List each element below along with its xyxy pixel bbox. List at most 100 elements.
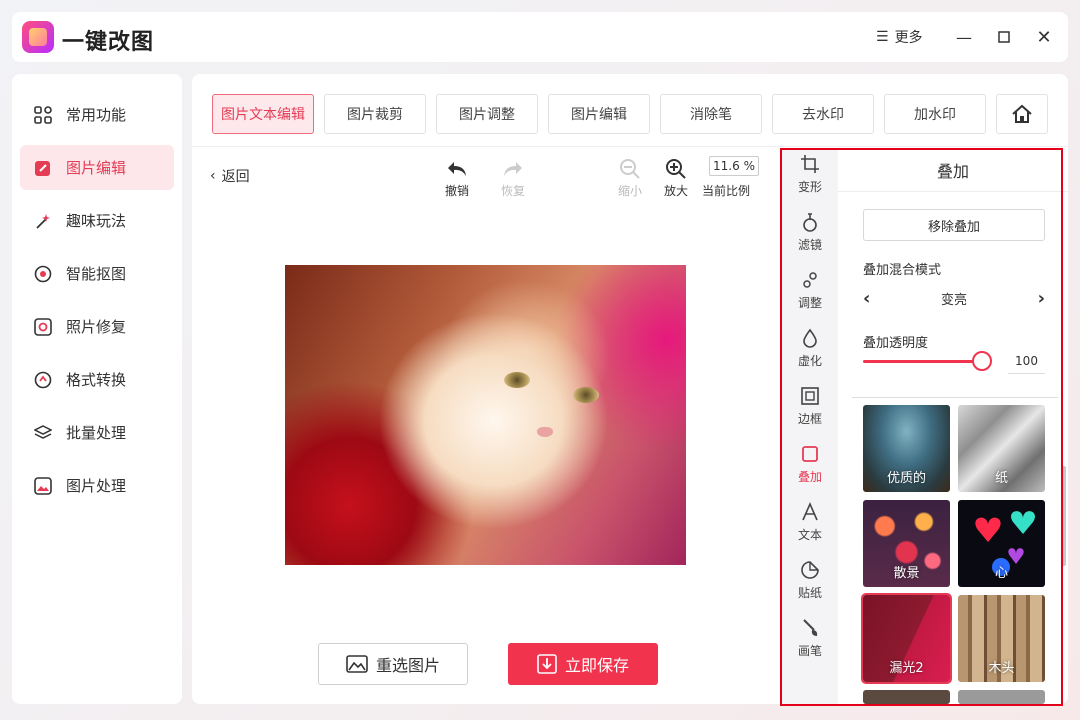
back-label: 返回 (221, 169, 250, 185)
overlay-thumb-heart[interactable]: 心 (958, 500, 1045, 587)
title-bar: 一键改图 ☰ 更多 — ✕ (12, 12, 1068, 62)
strip-item-brush[interactable]: 画笔 (782, 616, 838, 659)
cat-eye-left (504, 372, 530, 388)
strip-item-text[interactable]: 文本 (782, 500, 838, 543)
reselect-image-button[interactable]: 重选图片 (318, 643, 468, 685)
image-icon (34, 476, 52, 495)
sidebar-item-smart-cutout[interactable]: 智能抠图 (20, 251, 174, 296)
sidebar-item-label: 格式转换 (66, 371, 127, 389)
strip-item-transform[interactable]: 变形 (782, 152, 838, 195)
main-panel: 图片文本编辑 图片裁剪 图片调整 图片编辑 消除笔 去水印 加水印 ‹ 返回 撤… (192, 74, 1068, 704)
overlay-thumb-bokeh[interactable]: 散景 (863, 500, 950, 587)
redo-button[interactable]: 恢复 (488, 156, 538, 199)
sidebar-item-format-convert[interactable]: 格式转换 (20, 357, 174, 402)
maximize-icon (998, 31, 1010, 43)
undo-label: 撤销 (444, 184, 469, 198)
close-button[interactable]: ✕ (1032, 25, 1056, 49)
sidebar-item-label: 常用功能 (66, 106, 127, 124)
sidebar-item-common-functions[interactable]: 常用功能 (20, 92, 174, 137)
chevron-left-icon[interactable]: ‹ (863, 288, 870, 309)
crop-icon (801, 155, 819, 173)
strip-item-filter[interactable]: 滤镜 (782, 210, 838, 253)
layers-icon (34, 424, 52, 442)
sidebar-item-fun-play[interactable]: 趣味玩法 (20, 198, 174, 243)
opacity-value[interactable]: 100 (1008, 348, 1045, 374)
sidebar-item-label: 批量处理 (66, 424, 127, 442)
sidebar-item-image-edit[interactable]: 图片编辑 (20, 145, 174, 190)
tab-image-adjust[interactable]: 图片调整 (436, 94, 538, 134)
image-icon (346, 655, 368, 673)
home-button[interactable] (996, 94, 1048, 134)
overlay-thumb-partial[interactable] (863, 690, 950, 704)
strip-label: 叠加 (797, 470, 822, 484)
opacity-slider-handle[interactable] (972, 351, 992, 371)
undo-button[interactable]: 撤销 (432, 156, 482, 199)
chevron-right-icon[interactable]: › (1038, 288, 1045, 309)
strip-label: 边框 (797, 412, 822, 426)
overlay-thumb-paper[interactable]: 纸 (958, 405, 1045, 492)
strip-item-overlay[interactable]: 叠加 (782, 442, 838, 485)
overlay-thumb-wood[interactable]: 木头 (958, 595, 1045, 682)
sidebar-item-image-process[interactable]: 图片处理 (20, 463, 174, 508)
app-logo-icon (22, 21, 54, 53)
strip-label: 贴纸 (797, 586, 822, 600)
sidebar-item-batch-process[interactable]: 批量处理 (20, 410, 174, 455)
overlay-thumb-quality[interactable]: 优质的 (863, 405, 950, 492)
sidebar-item-photo-repair[interactable]: 照片修复 (20, 304, 174, 349)
sidebar-item-label: 趣味玩法 (66, 212, 127, 230)
sticker-icon (801, 561, 819, 579)
minimize-button[interactable]: — (952, 25, 976, 49)
strip-item-border[interactable]: 边框 (782, 384, 838, 427)
more-menu-button[interactable]: ☰ 更多 (876, 27, 923, 47)
sidebar: 常用功能 图片编辑 趣味玩法 智能抠图 照片修复 格式转换 批量处理 图片处理 (12, 74, 182, 704)
tab-image-text-edit[interactable]: 图片文本编辑 (212, 94, 314, 134)
strip-label: 滤镜 (797, 238, 822, 252)
thumbnails-divider (852, 397, 1058, 398)
tab-remove-watermark[interactable]: 去水印 (772, 94, 874, 134)
sidebar-item-label: 图片处理 (66, 477, 127, 495)
sidebar-item-label: 智能抠图 (66, 265, 127, 283)
target-icon (34, 265, 52, 283)
zoom-out-label: 缩小 (617, 184, 642, 198)
remove-overlay-button[interactable]: 移除叠加 (863, 209, 1045, 241)
maximize-button[interactable] (992, 25, 1016, 49)
canvas-image[interactable] (285, 265, 686, 565)
zoom-in-button[interactable]: 放大 (651, 156, 701, 199)
overlay-thumb-light-leak-2[interactable]: 漏光2 (861, 593, 952, 684)
drop-icon (803, 328, 817, 348)
save-now-button[interactable]: 立即保存 (508, 643, 658, 685)
tab-add-watermark[interactable]: 加水印 (884, 94, 986, 134)
thumb-label: 漏光2 (889, 661, 924, 676)
thumb-label: 木头 (988, 661, 1015, 676)
tab-image-edit[interactable]: 图片编辑 (548, 94, 650, 134)
back-button[interactable]: ‹ 返回 (210, 166, 250, 186)
zoom-out-icon (620, 159, 640, 179)
convert-icon (34, 371, 52, 389)
tab-image-crop[interactable]: 图片裁剪 (324, 94, 426, 134)
overlay-thumb-partial[interactable] (958, 690, 1045, 704)
effect-tool-strip: 变形 滤镜 调整 虚化 边框 叠加 文本 贴纸 画笔 (782, 148, 838, 704)
more-label: 更多 (894, 30, 923, 46)
strip-item-blur[interactable]: 虚化 (782, 326, 838, 369)
zoom-value[interactable]: 11.6 % (709, 156, 759, 176)
cat-eye-right (573, 387, 599, 403)
frame-icon (801, 387, 819, 405)
thumb-label: 心 (994, 566, 1008, 581)
opacity-slider-track[interactable] (863, 360, 981, 363)
undo-icon (448, 162, 466, 176)
zoom-out-button[interactable]: 缩小 (605, 156, 655, 199)
redo-icon (504, 162, 522, 176)
cat-nose (537, 427, 553, 437)
strip-label: 文本 (797, 528, 822, 542)
tab-eraser[interactable]: 消除笔 (660, 94, 762, 134)
text-icon (802, 502, 818, 521)
blend-mode-label: 叠加混合模式 (863, 263, 942, 278)
panel-scrollbar[interactable] (1062, 466, 1066, 566)
redo-label: 恢复 (500, 184, 525, 198)
panel-title: 叠加 (838, 148, 1068, 192)
strip-item-adjust[interactable]: 调整 (782, 268, 838, 311)
sidebar-item-label: 图片编辑 (66, 159, 127, 177)
zoom-label: 当前比例 (702, 184, 751, 198)
strip-label: 虚化 (797, 354, 822, 368)
strip-item-sticker[interactable]: 贴纸 (782, 558, 838, 601)
